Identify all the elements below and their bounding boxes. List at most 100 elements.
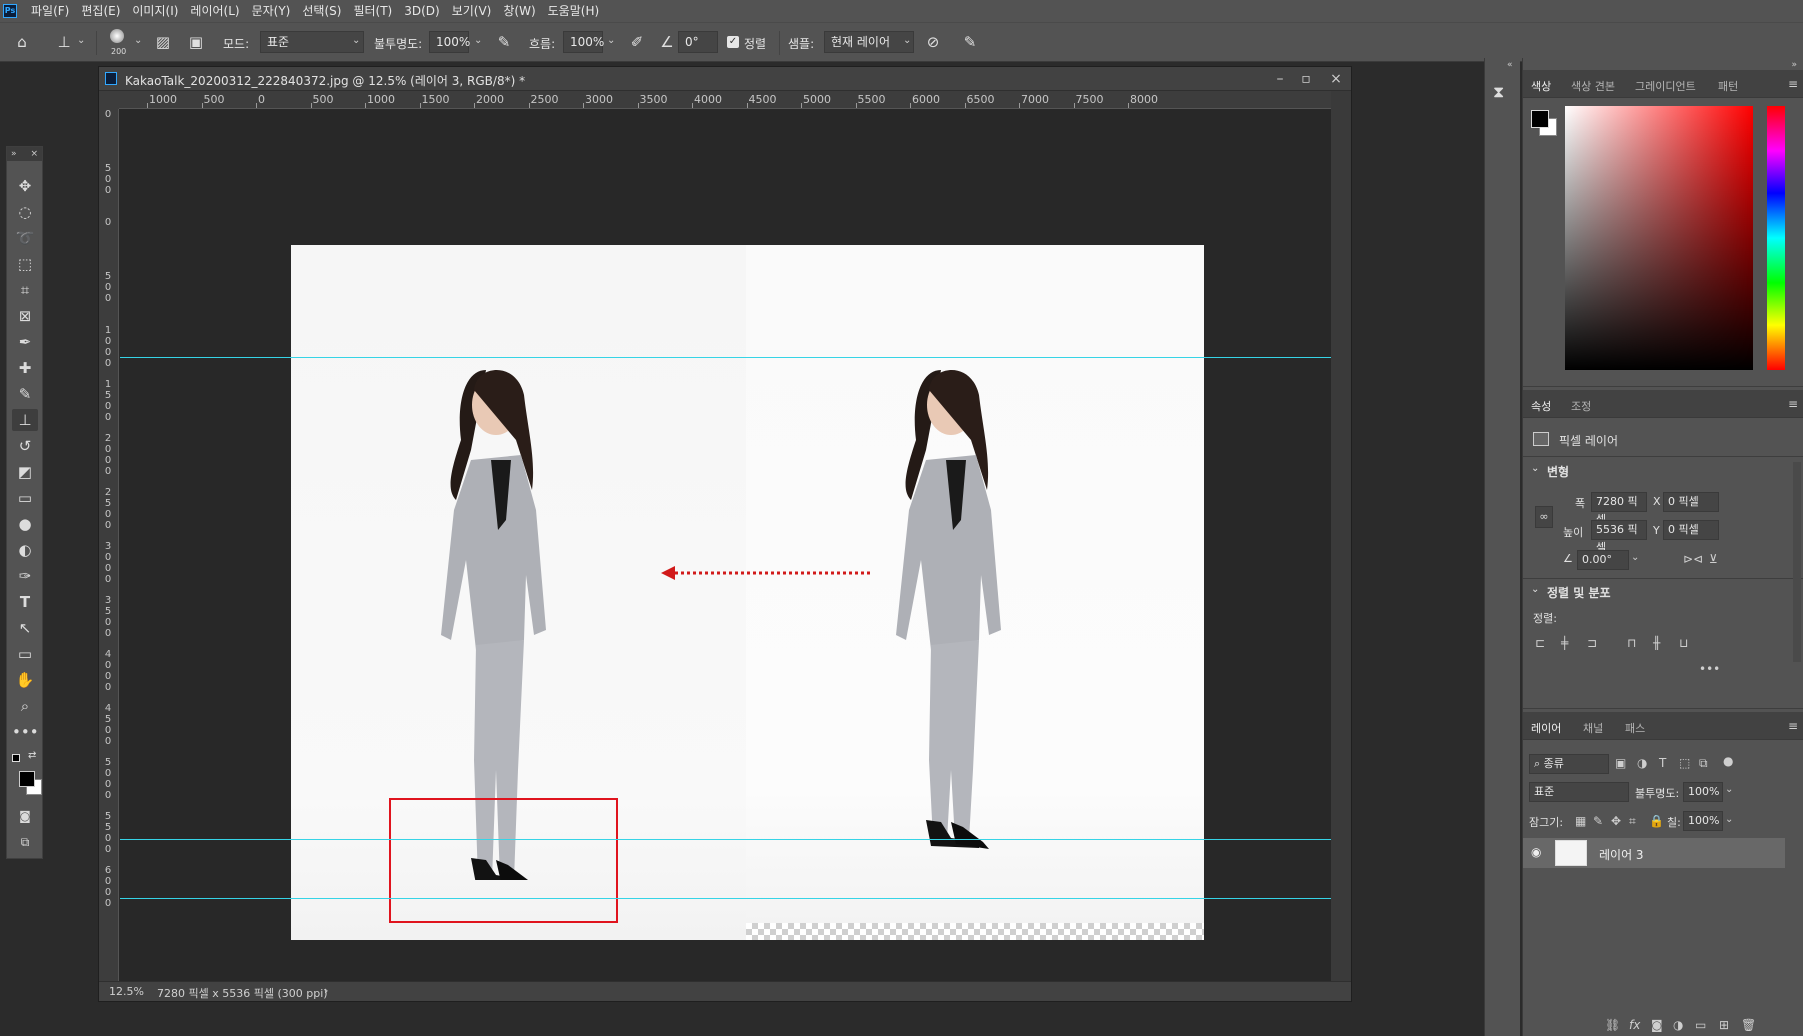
flip-vertical-icon[interactable]: ⊻ [1709,552,1718,566]
width-input[interactable]: 7280 픽셀 [1591,492,1647,526]
document-image[interactable] [291,245,1204,940]
clone-stamp-preset-icon[interactable]: ⊥ [54,32,74,52]
chevron-down-icon[interactable]: ⌄ [607,35,615,46]
crop-tool-icon[interactable]: ⌗ [12,279,38,301]
angle-input[interactable]: 0° [678,31,718,53]
default-colors-icon[interactable] [12,754,20,762]
menu-view[interactable]: 보기(V) [446,0,498,22]
chevron-down-icon[interactable]: ⌄ [134,35,142,46]
more-tools-icon[interactable]: ••• [12,721,39,743]
delete-layer-icon[interactable]: 🗑 [1741,1018,1756,1032]
filter-type-icon[interactable]: T [1659,756,1666,770]
menu-type[interactable]: 문자(Y) [246,0,297,22]
tab-channels[interactable]: 채널 [1583,720,1603,736]
blur-tool-icon[interactable]: ● [12,513,38,535]
aligned-checkbox[interactable]: ✓ [727,36,739,48]
canvas[interactable] [120,110,1331,982]
filter-toggle-icon[interactable]: ● [1723,754,1733,768]
tab-patterns[interactable]: 패턴 [1718,78,1738,94]
clone-source-icon[interactable]: ▣ [186,32,206,52]
lock-image-icon[interactable]: ✎ [1593,814,1603,828]
collapse-panels-icon[interactable]: « [1507,60,1513,70]
align-top-edges-icon[interactable]: ⊓ [1627,636,1636,650]
chevron-down-icon[interactable]: ⌄ [77,35,85,46]
chevron-right-icon[interactable]: › [324,984,328,997]
brush-tool-icon[interactable]: ✎ [12,383,38,405]
minimize-icon[interactable]: – [1269,69,1291,89]
mode-select[interactable]: 표준 [260,31,364,53]
new-adjustment-layer-icon[interactable]: ◑ [1673,1018,1683,1032]
marquee-tool-icon[interactable]: ◌ [12,201,38,223]
layer-name[interactable]: 레이어 3 [1599,846,1644,863]
menu-file[interactable]: 파일(F) [25,0,75,22]
lock-all-icon[interactable]: 🔒 [1649,814,1664,828]
align-horizontal-centers-icon[interactable]: ╪ [1561,636,1568,650]
menu-image[interactable]: 이미지(I) [126,0,184,22]
menu-edit[interactable]: 편집(E) [75,0,126,22]
document-tab[interactable]: KakaoTalk_20200312_222840372.jpg @ 12.5%… [99,67,1351,91]
maximize-icon[interactable]: ▫ [1295,69,1317,89]
object-select-tool-icon[interactable]: ⬚ [12,253,38,275]
menu-layer[interactable]: 레이어(L) [184,0,245,22]
y-input[interactable]: 0 픽셀 [1663,520,1719,540]
menu-filter[interactable]: 필터(T) [347,0,398,22]
angle-input[interactable]: 0.00° [1577,550,1629,570]
filter-pixel-icon[interactable]: ▣ [1615,756,1626,770]
ignore-adjustment-layers-icon[interactable]: ⊘ [923,32,943,52]
swap-colors-icon[interactable]: ⇄ [28,750,36,761]
tab-gradients[interactable]: 그레이디언트 [1635,78,1696,94]
close-icon[interactable]: × [30,147,38,161]
panel-menu-icon[interactable]: ≡ [1788,397,1798,411]
align-left-edges-icon[interactable]: ⊏ [1535,636,1545,650]
ruler-corner[interactable] [99,91,119,109]
menu-select[interactable]: 선택(S) [296,0,347,22]
tab-color[interactable]: 색상 [1531,78,1551,94]
brush-preview-icon[interactable] [110,29,124,43]
screen-mode-icon[interactable]: ⧉ [12,831,38,853]
history-brush-tool-icon[interactable]: ↺ [12,435,38,457]
guide-line[interactable] [120,357,1331,358]
brush-settings-icon[interactable]: ▨ [153,32,173,52]
add-mask-icon[interactable]: ◙ [1651,1018,1663,1032]
transform-header[interactable]: 변형 [1547,463,1569,480]
lasso-tool-icon[interactable]: ➰ [12,227,38,249]
align-bottom-edges-icon[interactable]: ⊔ [1679,636,1688,650]
filter-smart-object-icon[interactable]: ⧉ [1699,756,1708,771]
align-vertical-centers-icon[interactable]: ╫ [1653,636,1660,650]
hue-slider[interactable] [1767,106,1785,370]
flip-horizontal-icon[interactable]: ⊳⊲ [1683,552,1703,566]
chevron-down-icon[interactable]: ⌄ [1531,584,1539,595]
tab-properties[interactable]: 속성 [1531,398,1551,414]
horizontal-ruler[interactable]: 1000 500 0 500 1000 1500 2000 2500 3000 3500 4000 4… [119,91,1331,109]
chevron-down-icon[interactable]: ⌄ [1631,552,1639,563]
align-distribute-header[interactable]: 정렬 및 분포 [1547,584,1611,601]
dodge-tool-icon[interactable]: ◐ [12,539,38,561]
zoom-tool-icon[interactable]: ⌕ [12,695,38,717]
fill-input[interactable]: 100% [1683,811,1723,831]
panel-menu-icon[interactable]: ≡ [1788,77,1798,91]
eraser-tool-icon[interactable]: ◩ [12,461,38,483]
quick-mask-icon[interactable]: ◙ [12,805,38,827]
menu-window[interactable]: 창(W) [497,0,541,22]
flow-input[interactable]: 100% [563,31,604,53]
lock-transparent-icon[interactable]: ▦ [1575,814,1586,828]
foreground-color-swatch[interactable] [1531,110,1549,128]
pressure-opacity-icon[interactable]: ✎ [494,32,514,52]
vertical-ruler[interactable]: 0 5 0 0 0 5 0 0 1 0 0 0 1 5 0 0 2 0 0 0 2 5 0 0… [99,109,119,982]
x-input[interactable]: 0 픽셀 [1663,492,1719,512]
panel-menu-icon[interactable]: ≡ [1788,719,1798,733]
new-layer-icon[interactable]: ⊞ [1719,1018,1729,1032]
pen-tool-icon[interactable]: ✑ [12,565,38,587]
blend-mode-select[interactable]: 표준 [1529,782,1629,802]
height-input[interactable]: 5536 픽셀 [1591,520,1647,554]
foreground-color-swatch[interactable] [19,771,35,787]
layer-style-icon[interactable]: fx [1629,1018,1640,1032]
tab-layers[interactable]: 레이어 [1531,720,1561,736]
tab-adjustments[interactable]: 조정 [1571,398,1591,414]
eyedropper-tool-icon[interactable]: ✒ [12,331,38,353]
healing-brush-tool-icon[interactable]: ✚ [12,357,38,379]
chevron-down-icon[interactable]: ⌄ [1531,463,1539,474]
layer-filter-select[interactable]: ⌕ 종류 [1529,754,1609,774]
close-icon[interactable]: × [1325,69,1347,89]
guide-line[interactable] [120,839,1331,840]
